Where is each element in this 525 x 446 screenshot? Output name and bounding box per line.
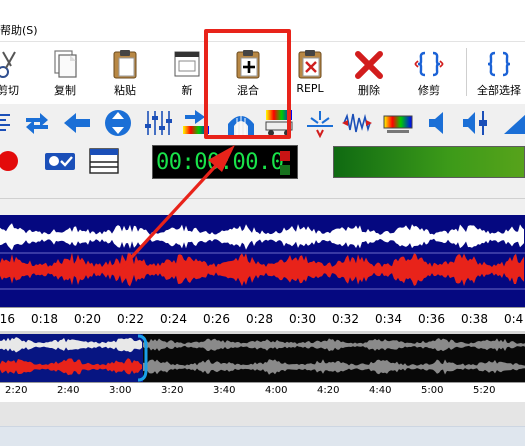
waveform-channels [0, 215, 525, 307]
overview-waveform[interactable] [0, 334, 525, 382]
overview-tick-label: 4:20 [317, 385, 340, 396]
record-indicator [280, 151, 290, 161]
overview-tick-label: 4:40 [369, 385, 392, 396]
panel-divider [0, 182, 525, 215]
select-all-label: 全部选择 [477, 84, 521, 97]
select-all-braces-icon [487, 51, 511, 77]
replace-paste-icon [298, 50, 322, 79]
ruler-tick-label: 0:34 [375, 312, 402, 326]
ruler-tick-label: 0:36 [418, 312, 445, 326]
overview-tick-label: 5:20 [473, 385, 496, 396]
ruler-tick-label: 0:18 [31, 312, 58, 326]
ruler-tick-label: 0:16 [0, 312, 15, 326]
overview-ruler: 2:20 2:40 3:00 3:20 3:40 4:00 4:20 4:40 5:00 5:20 [0, 382, 525, 402]
volume-ramp-icon[interactable] [500, 108, 525, 138]
ruler-tick-label: 0:32 [332, 312, 359, 326]
delete-x-icon [355, 51, 383, 79]
left-arrow-icon[interactable] [62, 108, 92, 138]
new-button[interactable]: 新 [173, 48, 201, 100]
record-icon[interactable] [0, 148, 24, 174]
ruler-tick-label: 0:30 [289, 312, 316, 326]
copy-icon [54, 50, 77, 78]
menu-help[interactable]: 帮助(S) [0, 22, 38, 38]
split-spark-icon[interactable] [305, 108, 335, 138]
overview-tick-label: 3:40 [213, 385, 236, 396]
toolbar-separator [466, 48, 467, 96]
level-meter [333, 146, 525, 178]
clipboard-icon [113, 50, 137, 79]
overview-tick-label: 4:00 [265, 385, 288, 396]
overview-channels [0, 334, 525, 382]
reverse-arrows-icon[interactable] [22, 108, 52, 138]
trim-button[interactable]: 修剪 [412, 48, 446, 100]
play-indicator [280, 165, 290, 175]
cut-label: 剪切 [0, 84, 19, 97]
cut-button[interactable]: 剪切 [0, 48, 22, 100]
time-ruler: 0:16 0:18 0:20 0:22 0:24 0:26 0:28 0:30 0:32 0:34… [0, 307, 525, 331]
ruler-tick-label: 0:4 [504, 312, 524, 326]
repl-label: REPL [296, 82, 324, 95]
new-window-icon [174, 51, 200, 77]
ruler-tick-label: 0:24 [160, 312, 187, 326]
ruler-tick-label: 0:26 [203, 312, 230, 326]
paste-button[interactable]: 粘贴 [110, 48, 140, 100]
overview-tick-label: 3:00 [109, 385, 132, 396]
time-display: 00:00:00.0 [152, 145, 298, 179]
transport-toolbar: 00:00:00.0 [0, 144, 525, 182]
window-grid-icon[interactable] [88, 147, 120, 175]
delete-label: 删除 [358, 84, 380, 97]
ruler-tick-label: 0:28 [246, 312, 273, 326]
scissors-icon [0, 51, 16, 78]
waveform-display[interactable] [0, 215, 525, 307]
copy-button[interactable]: 复制 [50, 48, 80, 100]
overview-tick-label: 5:00 [421, 385, 444, 396]
select-all-button[interactable]: 全部选择 [474, 48, 524, 100]
delete-button[interactable]: 删除 [352, 48, 386, 100]
align-lines-icon[interactable] [0, 108, 24, 138]
overview-tick-label: 2:20 [5, 385, 28, 396]
new-label: 新 [181, 84, 193, 97]
mix-button-highlight [204, 29, 291, 139]
wave-squeeze-icon[interactable] [342, 108, 372, 138]
copy-label: 复制 [54, 84, 76, 97]
trim-label: 修剪 [418, 84, 440, 97]
spectrum-bar-icon[interactable] [383, 108, 413, 138]
speaker-icon[interactable] [424, 108, 454, 138]
overview-tick-label: 3:20 [161, 385, 184, 396]
status-area [0, 402, 525, 446]
trim-braces-icon [414, 51, 444, 77]
overview-tick-label: 2:40 [57, 385, 80, 396]
ruler-tick-label: 0:38 [461, 312, 488, 326]
ruler-tick-label: 0:20 [74, 312, 101, 326]
vertical-stretch-icon[interactable] [103, 108, 133, 138]
repl-button[interactable]: REPL [294, 48, 326, 100]
monitor-toggle-icon[interactable] [44, 148, 76, 174]
paste-label: 粘贴 [114, 84, 136, 97]
time-display-value: 00:00:00.0 [156, 150, 284, 175]
equalizer-sliders-icon[interactable] [143, 108, 173, 138]
ruler-tick-label: 0:22 [117, 312, 144, 326]
volume-slider-icon[interactable] [461, 108, 491, 138]
